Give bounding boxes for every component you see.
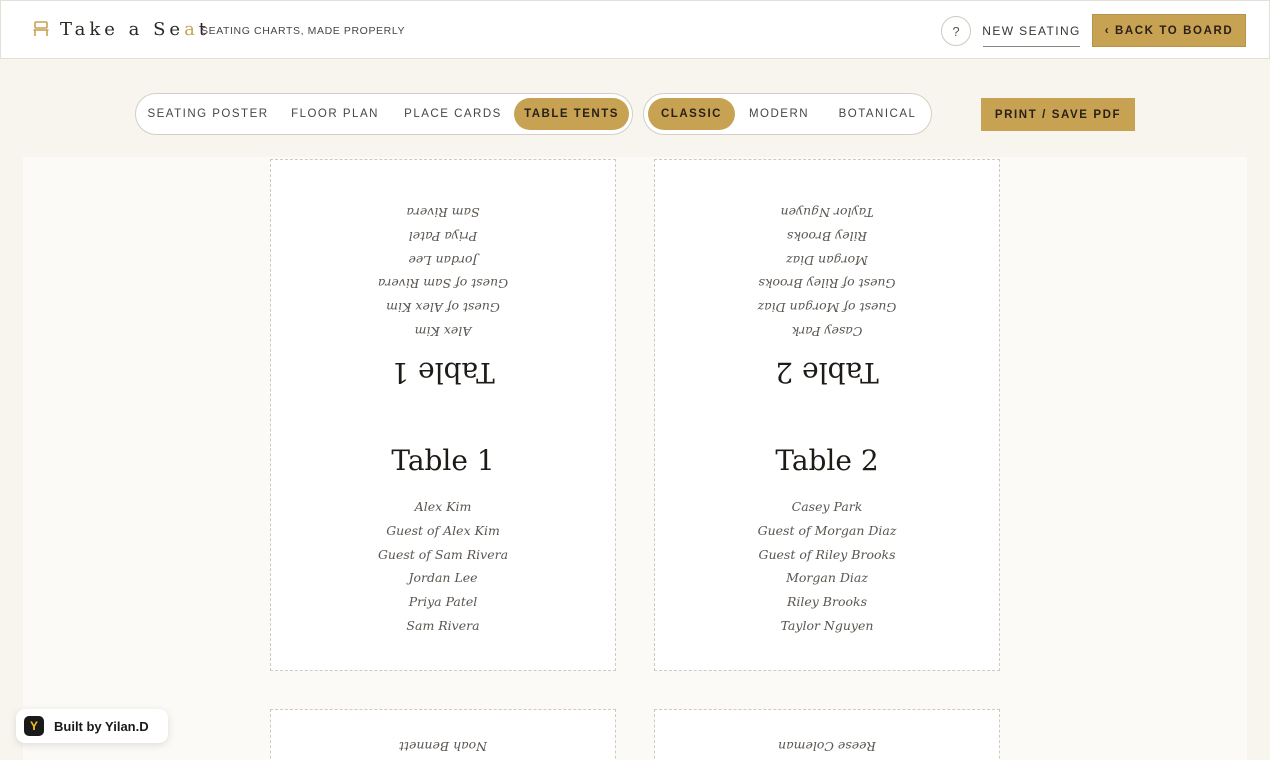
guest-name: Guest of Alex Kim: [386, 300, 500, 316]
tent-bottom-half: Table 1 Alex Kim Guest of Alex Kim Guest…: [271, 444, 615, 638]
yilan-logo-icon: Y: [24, 716, 44, 736]
brand-text-start: Take a Se: [60, 19, 185, 40]
tent-bottom-half: Table 2 Casey Park Guest of Morgan Diaz …: [655, 444, 999, 638]
tent-table-name-mirrored: Table 1: [391, 356, 495, 389]
chair-icon: [33, 21, 49, 36]
help-button[interactable]: ?: [941, 16, 971, 46]
tab-botanical[interactable]: BOTANICAL: [829, 98, 926, 130]
table-tent-card: Table 2 Casey Park Guest of Morgan Diaz …: [654, 159, 1000, 671]
guest-name: Morgan Diaz: [786, 570, 868, 586]
tent-table-name: Table 1: [391, 444, 495, 477]
table-tent-card: Table 1 Alex Kim Guest of Alex Kim Guest…: [270, 159, 616, 671]
guest-name: Guest of Sam Rivera: [377, 546, 509, 562]
view-tab-group: SEATING POSTER FLOOR PLAN PLACE CARDS TA…: [135, 93, 633, 135]
tab-seating-poster[interactable]: SEATING POSTER: [141, 98, 275, 130]
guest-name: Guest of Riley Brooks: [758, 546, 896, 562]
guest-name: Riley Brooks: [786, 228, 868, 244]
built-by-text: Built by Yilan.D: [54, 718, 149, 734]
guest-name: Taylor Nguyen: [780, 205, 874, 221]
tab-table-tents[interactable]: TABLE TENTS: [514, 98, 629, 130]
tab-floor-plan[interactable]: FLOOR PLAN: [279, 98, 391, 130]
guest-name: Reese Coleman: [778, 739, 876, 754]
guest-name: Guest of Riley Brooks: [758, 276, 896, 292]
print-save-pdf-button[interactable]: PRINT / SAVE PDF: [981, 98, 1135, 131]
brand-logo[interactable]: Take a Seat: [60, 19, 210, 40]
guest-name: Sam Rivera: [406, 617, 480, 633]
tent-guest-list: Alex Kim Guest of Alex Kim Guest of Sam …: [271, 495, 615, 638]
table-tent-card: Reese Coleman: [654, 709, 1000, 760]
tent-guest-list-mirrored: Alex Kim Guest of Alex Kim Guest of Sam …: [271, 200, 615, 343]
back-to-board-button[interactable]: ‹ BACK TO BOARD: [1092, 14, 1246, 47]
guest-name: Casey Park: [791, 499, 863, 514]
tent-top-half: Noah Bennett: [271, 710, 615, 758]
tent-table-name-mirrored: Table 2: [775, 356, 879, 389]
tent-top-half: Reese Coleman: [655, 710, 999, 758]
tab-place-cards[interactable]: PLACE CARDS: [395, 98, 511, 130]
guest-name: Priya Patel: [408, 228, 478, 244]
tab-classic[interactable]: CLASSIC: [648, 98, 735, 130]
table-tent-card: Noah Bennett: [270, 709, 616, 760]
tent-table-name: Table 2: [775, 444, 879, 477]
guest-name: Guest of Sam Rivera: [377, 276, 509, 292]
app-header: Take a Seat SEATING CHARTS, MADE PROPERL…: [0, 0, 1270, 59]
tagline: SEATING CHARTS, MADE PROPERLY: [201, 25, 406, 37]
tab-modern[interactable]: MODERN: [739, 98, 819, 130]
tent-guest-list: Casey Park Guest of Morgan Diaz Guest of…: [655, 495, 999, 638]
tent-top-half: Table 1 Alex Kim Guest of Alex Kim Guest…: [271, 160, 615, 389]
tent-canvas: Table 1 Alex Kim Guest of Alex Kim Guest…: [23, 157, 1247, 760]
guest-name: Alex Kim: [414, 324, 472, 339]
guest-name: Guest of Morgan Diaz: [757, 522, 897, 538]
guest-name: Riley Brooks: [786, 594, 868, 610]
style-tab-group: CLASSIC MODERN BOTANICAL: [643, 93, 932, 135]
guest-name: Priya Patel: [408, 594, 478, 610]
new-seating-button[interactable]: NEW SEATING: [982, 15, 1080, 47]
brand-text-accent: a: [184, 19, 199, 40]
guest-name: Guest of Morgan Diaz: [757, 300, 897, 316]
guest-name: Sam Rivera: [406, 205, 480, 221]
built-by-badge[interactable]: Y Built by Yilan.D: [16, 709, 168, 743]
tent-guest-list-mirrored: Casey Park Guest of Morgan Diaz Guest of…: [655, 200, 999, 343]
guest-name: Jordan Lee: [408, 252, 478, 268]
guest-name: Jordan Lee: [408, 570, 478, 586]
guest-name: Morgan Diaz: [786, 252, 868, 268]
guest-name: Noah Bennett: [398, 739, 488, 754]
tent-top-half: Table 2 Casey Park Guest of Morgan Diaz …: [655, 160, 999, 389]
guest-name: Casey Park: [791, 324, 863, 339]
guest-name: Taylor Nguyen: [780, 617, 874, 633]
guest-name: Guest of Alex Kim: [386, 522, 500, 538]
guest-name: Alex Kim: [414, 499, 472, 514]
